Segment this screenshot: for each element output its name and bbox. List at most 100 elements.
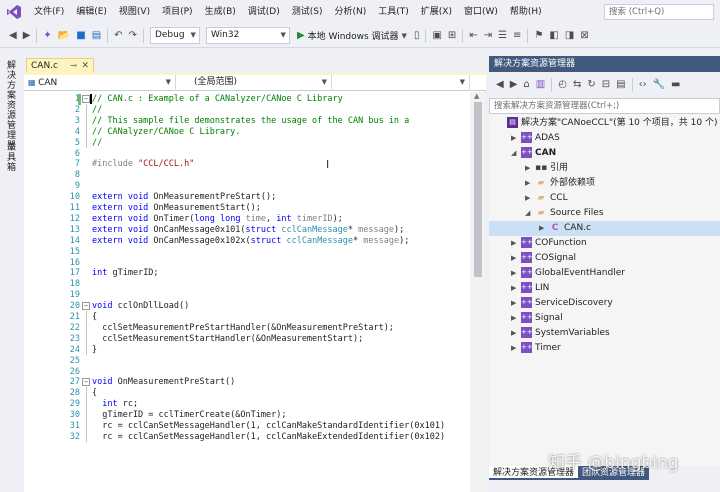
menu-extensions[interactable]: 扩展(X)	[415, 0, 458, 24]
collapsed-arrow-icon[interactable]: ▶	[511, 236, 521, 251]
expanded-arrow-icon[interactable]: ◢	[511, 146, 521, 161]
tree-item[interactable]: ▶ ++ LIN	[489, 281, 720, 296]
menu-analyze[interactable]: 分析(N)	[328, 0, 372, 24]
view-code-icon[interactable]: ‹›	[636, 73, 650, 97]
code-token: {	[92, 388, 98, 399]
show-all-files-icon[interactable]: ▤	[613, 73, 628, 97]
switch-views-icon[interactable]: ▥	[533, 73, 548, 97]
back-icon[interactable]: ◀	[493, 73, 507, 97]
sync-icon[interactable]: ⇆	[570, 73, 584, 97]
scroll-up-icon[interactable]: ▲	[474, 92, 479, 100]
code-area[interactable]: 1 // CAN.c : Example of a CANalyzer/CANoe…	[24, 92, 470, 492]
collapsed-arrow-icon[interactable]: ▶	[511, 326, 521, 341]
save-all-icon[interactable]: ▤	[89, 24, 104, 48]
collapse-region-icon[interactable]: −	[82, 378, 90, 387]
side-tab-solution-explorer[interactable]: 解决方案资源管理器	[4, 60, 17, 150]
pin-icon[interactable]: ⊸	[70, 59, 77, 73]
new-project-icon[interactable]: ✦	[40, 24, 54, 48]
tree-item[interactable]: ▶ ▪▪ 引用	[489, 161, 720, 176]
tree-item[interactable]: ▶ ++ SystemVariables	[489, 326, 720, 341]
menu-debug[interactable]: 调试(D)	[242, 0, 286, 24]
solution-search-input[interactable]: 搜索解决方案资源管理器(Ctrl+;)	[489, 98, 720, 114]
menu-project[interactable]: 项目(P)	[156, 0, 198, 24]
tree-item[interactable]: ▶ ++ ADAS	[489, 131, 720, 146]
collapsed-arrow-icon[interactable]: ▶	[539, 221, 549, 236]
tree-item[interactable]: ▶ ++ COSignal	[489, 251, 720, 266]
tree-item[interactable]: ▤ 解决方案"CANoeCCL"(第 10 个项目，共 10 个)	[489, 116, 720, 131]
member-dropdown[interactable]: ▼	[332, 75, 470, 91]
configuration-dropdown[interactable]: Debug ▼	[149, 27, 200, 44]
indent-icon[interactable]: ⇤	[466, 24, 480, 48]
collapsed-arrow-icon[interactable]: ▶	[511, 131, 521, 146]
menu-file[interactable]: 文件(F)	[28, 0, 70, 24]
code-line: //	[92, 105, 102, 115]
uncomment-icon[interactable]: ≡	[510, 24, 524, 48]
tree-item[interactable]: ▶ ++ Signal	[489, 311, 720, 326]
collapsed-arrow-icon[interactable]: ▶	[511, 266, 521, 281]
editor-vertical-scrollbar[interactable]: ▲	[470, 92, 486, 492]
tree-item[interactable]: ▶ ▰ 外部依赖项	[489, 176, 720, 191]
undo-icon[interactable]: ↶	[111, 24, 125, 48]
bookmark-icon[interactable]: ⚑	[531, 24, 546, 48]
pending-changes-icon[interactable]: ◴	[555, 73, 570, 97]
menu-help[interactable]: 帮助(H)	[504, 0, 548, 24]
next-bookmark-icon[interactable]: ◨	[562, 24, 577, 48]
collapse-region-icon[interactable]: −	[82, 95, 90, 103]
scope-dropdown[interactable]: (全局范围) ▼	[176, 75, 332, 91]
start-debugging-label: 本地 Windows 调试器	[307, 32, 399, 42]
collapsed-arrow-icon[interactable]: ▶	[525, 176, 535, 191]
screenshot-icon[interactable]: ▣	[429, 24, 444, 48]
collapsed-arrow-icon[interactable]: ▶	[525, 161, 535, 176]
tree-item[interactable]: ◢ ▰ Source Files	[489, 206, 720, 221]
search-input[interactable]: 搜索 (Ctrl+Q)	[604, 4, 714, 20]
project-dropdown[interactable]: ▦ CAN ▼	[24, 75, 176, 91]
side-tab-toolbox[interactable]: 工具箱	[4, 142, 17, 172]
collapsed-arrow-icon[interactable]: ▶	[511, 296, 521, 311]
scope-dropdown-value: (全局范围)	[194, 77, 238, 87]
menu-build[interactable]: 生成(B)	[199, 0, 242, 24]
comment-icon[interactable]: ☰	[495, 24, 510, 48]
attach-icon[interactable]: ▯	[411, 24, 423, 48]
properties-icon[interactable]: 🔧	[650, 73, 668, 97]
find-icon[interactable]: ⊞	[445, 24, 459, 48]
tree-item[interactable]: ◢ ++ CAN	[489, 146, 720, 161]
preview-icon[interactable]: ▬	[668, 73, 683, 97]
line-number: 8	[74, 170, 80, 181]
outdent-icon[interactable]: ⇥	[481, 24, 495, 48]
collapsed-arrow-icon[interactable]: ▶	[511, 281, 521, 296]
tree-item[interactable]: ▶ ++ ServiceDiscovery	[489, 296, 720, 311]
save-icon[interactable]: ■	[73, 24, 88, 48]
collapsed-arrow-icon[interactable]: ▶	[511, 311, 521, 326]
close-icon[interactable]: ✕	[81, 59, 89, 73]
collapsed-arrow-icon[interactable]: ▶	[525, 191, 535, 206]
menu-test[interactable]: 测试(S)	[286, 0, 329, 24]
menu-window[interactable]: 窗口(W)	[458, 0, 504, 24]
start-debugging-button[interactable]: ▶ 本地 Windows 调试器 ▼	[293, 29, 411, 42]
platform-dropdown[interactable]: Win32 ▼	[205, 27, 290, 44]
forward-icon[interactable]: ▶	[20, 24, 34, 48]
collapsed-arrow-icon[interactable]: ▶	[511, 341, 521, 356]
redo-icon[interactable]: ↷	[126, 24, 140, 48]
tree-item[interactable]: ▶ ++ COFunction	[489, 236, 720, 251]
clear-bookmarks-icon[interactable]: ⊠	[577, 24, 591, 48]
forward-icon[interactable]: ▶	[507, 73, 521, 97]
menu-tools[interactable]: 工具(T)	[372, 0, 415, 24]
tree-item[interactable]: ▶ C CAN.c	[489, 221, 720, 236]
collapsed-arrow-icon[interactable]: ▶	[511, 251, 521, 266]
menu-view[interactable]: 视图(V)	[113, 0, 156, 24]
open-icon[interactable]: 📂	[55, 24, 73, 48]
tree-item[interactable]: ▶ ++ GlobalEventHandler	[489, 266, 720, 281]
expanded-arrow-icon[interactable]: ◢	[525, 206, 535, 221]
tree-item[interactable]: ▶ ▰ CCL	[489, 191, 720, 206]
prev-bookmark-icon[interactable]: ◧	[546, 24, 561, 48]
tab-can-c[interactable]: CAN.c ⊸ ✕	[26, 58, 94, 74]
home-icon[interactable]: ⌂	[520, 73, 532, 97]
menu-edit[interactable]: 编辑(E)	[70, 0, 113, 24]
back-icon[interactable]: ◀	[6, 24, 20, 48]
collapse-region-icon[interactable]: −	[82, 302, 90, 311]
refresh-icon[interactable]: ↻	[584, 73, 598, 97]
tree-item[interactable]: ▶ ++ Timer	[489, 341, 720, 356]
collapse-all-icon[interactable]: ⊟	[599, 73, 613, 97]
line-number: 5	[74, 137, 80, 148]
scrollbar-thumb[interactable]	[474, 102, 482, 277]
